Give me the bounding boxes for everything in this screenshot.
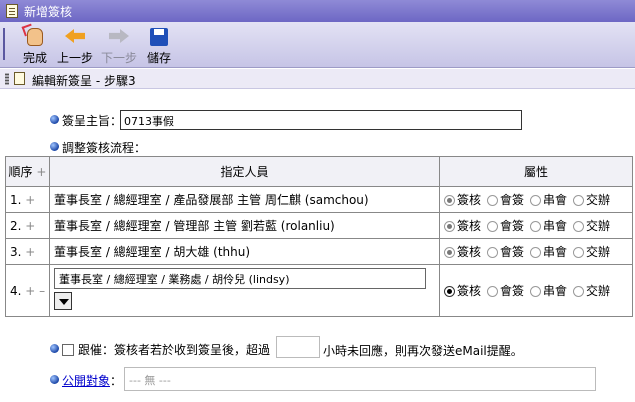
subject-input[interactable]: 0713事假: [120, 110, 522, 130]
order-cell: 1. +: [5, 186, 50, 213]
radio-sign[interactable]: [444, 247, 455, 258]
radio-serial[interactable]: [530, 221, 542, 232]
radio-serial[interactable]: [530, 195, 542, 206]
reminder-label: 跟催：: [78, 343, 115, 357]
assignee-header: 指定人員: [49, 156, 440, 187]
attr-cell: 簽核 會簽 串會 交辦: [439, 186, 633, 213]
dropdown-button[interactable]: [54, 292, 72, 310]
hand-icon: [22, 24, 48, 48]
order-cell: 2. +: [5, 212, 50, 239]
flow-label: 調整簽核流程：: [62, 141, 147, 155]
done-label: 完成: [22, 51, 47, 65]
assignee-cell: 董事長室 / 總經理室 / 胡大雄 (thhu): [49, 238, 440, 265]
add-step-icon[interactable]: +: [25, 245, 35, 259]
order-cell: 4. + –: [5, 264, 50, 317]
step-header: 編輯新簽呈 - 步驟3: [0, 69, 635, 89]
bullet-icon: [50, 142, 59, 151]
save-button[interactable]: 儲存: [143, 24, 175, 66]
add-step-icon[interactable]: +: [25, 284, 35, 298]
save-label: 儲存: [146, 51, 171, 65]
next-label: 下一步: [100, 51, 137, 65]
attr-cell: 簽核 會簽 串會 交辦: [439, 212, 633, 239]
table-row: 4. + – 董事長室 / 總經理室 / 業務處 / 胡伶兒 (lindsy) …: [5, 264, 633, 317]
arrow-right-icon: [106, 24, 132, 48]
toolbar-grip: [3, 28, 5, 60]
assignee-cell: 董事長室 / 總經理室 / 管理部 主管 劉若藍 (rolanliu): [49, 212, 440, 239]
radio-assign[interactable]: [573, 195, 585, 206]
radio-serial[interactable]: [530, 247, 542, 258]
assignee-cell: 董事長室 / 總經理室 / 業務處 / 胡伶兒 (lindsy): [49, 264, 440, 317]
reminder-text-after: 小時未回應，則再次發送eMail提醒。: [323, 344, 523, 358]
next-button[interactable]: 下一步: [98, 24, 140, 66]
order-header: 順序 +: [5, 156, 50, 187]
attr-header: 屬性: [439, 156, 633, 187]
table-row: 1. + 董事長室 / 總經理室 / 產品發展部 主管 周仁麒 (samchou…: [5, 186, 633, 213]
public-targets-field[interactable]: --- 無 ---: [124, 367, 596, 391]
add-step-icon[interactable]: +: [25, 219, 35, 233]
window-title: 新增簽核: [24, 5, 73, 19]
reminder-row: 跟催：簽核者若於收到簽呈後，超過: [62, 341, 270, 358]
radio-countersign[interactable]: [487, 195, 499, 206]
done-button[interactable]: 完成: [18, 24, 52, 66]
hours-input[interactable]: [276, 336, 320, 358]
floppy-disk-icon: [146, 24, 172, 48]
radio-assign[interactable]: [573, 221, 585, 232]
radio-assign[interactable]: [573, 286, 585, 297]
reminder-checkbox[interactable]: [62, 344, 74, 356]
order-cell: 3. +: [5, 238, 50, 265]
prev-label: 上一步: [56, 51, 93, 65]
bullet-icon: [50, 375, 59, 384]
subject-label: 簽呈主旨：: [62, 114, 123, 128]
add-step-icon[interactable]: +: [36, 165, 46, 179]
window-titlebar: 新增簽核: [0, 0, 635, 22]
arrow-left-icon: [62, 24, 88, 48]
table-row: 2. + 董事長室 / 總經理室 / 管理部 主管 劉若藍 (rolanliu)…: [5, 212, 633, 239]
radio-countersign[interactable]: [487, 247, 499, 258]
grip-dots-icon: [5, 73, 9, 85]
radio-serial[interactable]: [530, 286, 542, 297]
table-row: 3. + 董事長室 / 總經理室 / 胡大雄 (thhu) 簽核 會簽 串會 交辦: [5, 238, 633, 265]
bullet-icon: [50, 115, 59, 124]
attr-cell: 簽核 會簽 串會 交辦: [439, 264, 633, 317]
step-title: 編輯新簽呈 - 步驟3: [32, 74, 136, 88]
remove-step-icon[interactable]: –: [39, 284, 45, 298]
radio-sign[interactable]: [444, 286, 455, 297]
assignee-cell: 董事長室 / 總經理室 / 產品發展部 主管 周仁麒 (samchou): [49, 186, 440, 213]
radio-sign[interactable]: [444, 195, 455, 206]
reminder-text: 簽核者若於收到簽呈後，超過: [114, 343, 271, 357]
toolbar: 完成 上一步 下一步 儲存: [0, 22, 635, 68]
document-icon: [14, 72, 25, 85]
public-targets-link[interactable]: 公開對象: [62, 374, 110, 388]
document-icon: [6, 4, 18, 18]
radio-countersign[interactable]: [487, 221, 499, 232]
radio-sign[interactable]: [444, 221, 455, 232]
public-row: 公開對象：: [62, 374, 123, 388]
flow-table: 順序 + 指定人員 屬性 1. + 董事長室 / 總經理室 / 產品發展部 主管…: [5, 156, 633, 317]
table-header-row: 順序 + 指定人員 屬性: [5, 156, 633, 187]
prev-button[interactable]: 上一步: [54, 24, 96, 66]
radio-assign[interactable]: [573, 247, 585, 258]
attr-cell: 簽核 會簽 串會 交辦: [439, 238, 633, 265]
bullet-icon: [50, 344, 59, 353]
radio-countersign[interactable]: [487, 286, 499, 297]
add-step-icon[interactable]: +: [25, 193, 35, 207]
assignee-input[interactable]: 董事長室 / 總經理室 / 業務處 / 胡伶兒 (lindsy): [54, 268, 426, 289]
